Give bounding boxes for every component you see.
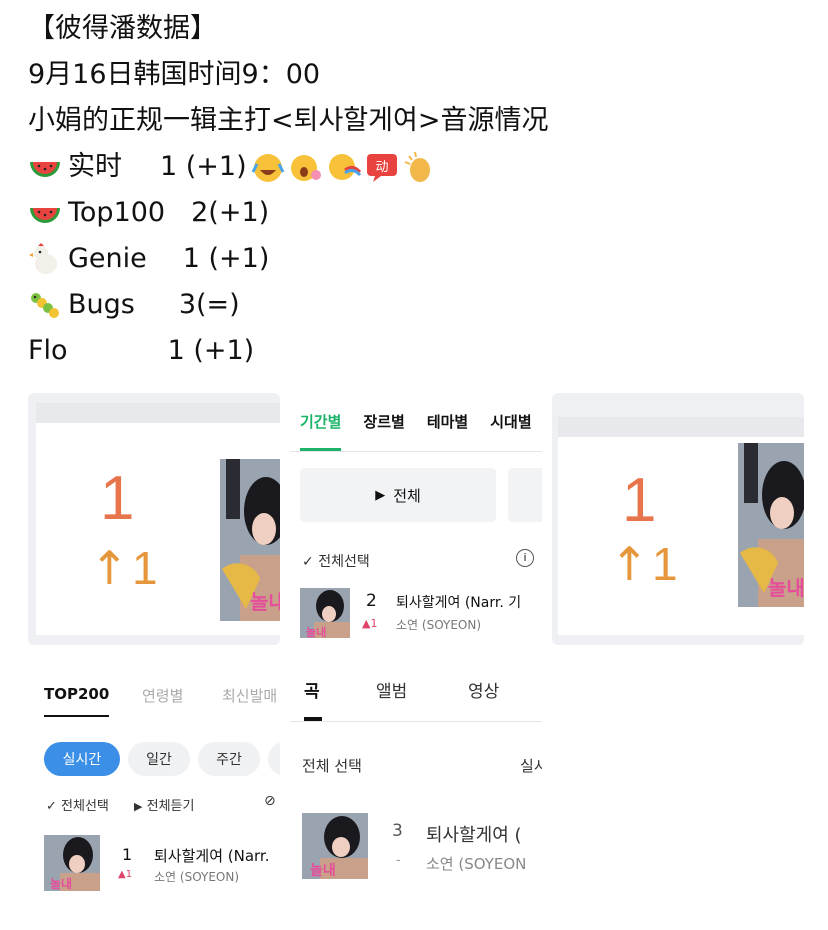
pill-daily[interactable]: 일간: [128, 742, 190, 776]
rank-card-2: 1 ↑ 1 놀내: [552, 393, 804, 645]
artist-name[interactable]: 소연 (SOYEON): [154, 868, 239, 885]
row-label: Genie: [68, 243, 147, 274]
svg-text:놀내: 놀내: [768, 576, 804, 600]
period-tabs: 기간별 장르별 테마별 시대별: [300, 411, 532, 451]
artist-name[interactable]: 소연 (SOYEON: [426, 853, 526, 874]
post-text: 【彼得潘数据】 9月16日韩国时间9：00 小娟的正规一辑主打<퇴사할게여>音源…: [28, 6, 818, 374]
post-title: 【彼得潘数据】: [28, 13, 217, 44]
crying-laugh-icon: [251, 154, 284, 182]
tab-divider: [290, 721, 542, 722]
tab-theme[interactable]: 테마별: [427, 411, 468, 451]
album-cover: 놀내: [738, 443, 804, 607]
tab-latest[interactable]: 최신발매: [222, 685, 277, 706]
chart-panel-search: 곡 앨범 영상 전체 선택 실시 놀내 3 - 퇴사할게여 ( 소연 (SOYE…: [290, 655, 542, 915]
row-flo: Flo 1 (+1): [28, 328, 818, 374]
rank-up: ▲1: [362, 617, 377, 630]
tab-genre[interactable]: 장르별: [363, 411, 404, 451]
chart-panel-period: 기간별 장르별 테마별 시대별 ▶ 전체 ✓ 전체선택 i 놀내 2 ▲1 퇴사…: [290, 393, 542, 645]
row-label: 实时: [68, 151, 122, 182]
rank-change: 1: [370, 617, 378, 630]
rank-number: 1: [122, 845, 133, 864]
rank-change: 1: [125, 869, 133, 880]
svg-text:놀내: 놀내: [306, 625, 326, 638]
row-top100: Top100 2(+1): [28, 190, 818, 236]
album-cover: 놀내: [220, 459, 280, 621]
row-value: 3(=): [178, 289, 240, 320]
tab-videos[interactable]: 영상: [468, 677, 499, 702]
artist-name[interactable]: 소연 (SOYEON): [396, 616, 481, 633]
secondary-button[interactable]: [508, 468, 542, 522]
tab-divider: [290, 451, 542, 452]
play-all-button[interactable]: ▶ 전체듣기: [134, 795, 194, 814]
row-label: Bugs: [68, 289, 135, 320]
row-value: 1 (+1): [182, 243, 270, 274]
select-all-label: 전체선택: [318, 554, 370, 570]
rank-change: 1: [132, 542, 158, 594]
tab-top200[interactable]: TOP200: [44, 685, 110, 717]
song-title[interactable]: 퇴사할게여 (Narr. 기: [396, 592, 521, 612]
info-icon[interactable]: i: [516, 549, 534, 567]
svg-text:놀내: 놀내: [310, 863, 336, 879]
row-label: Top100: [68, 197, 166, 228]
watermelon-icon: [30, 208, 60, 223]
row-value: 2(+1): [191, 197, 270, 228]
album-thumbnail: 놀내: [302, 813, 368, 879]
pill-weekly[interactable]: 주간: [198, 742, 260, 776]
play-icon: ▶: [134, 800, 143, 813]
speech-bubble-icon: 动: [366, 154, 397, 182]
bug-icon: [31, 293, 59, 318]
svg-text:놀내: 놀내: [250, 590, 280, 614]
rank-change: 1: [652, 538, 678, 590]
play-all-label: 전체듣기: [146, 799, 195, 814]
rank-change: -: [396, 853, 401, 868]
row-bugs: Bugs 3(=): [28, 282, 818, 328]
post-subtitle: 小娟的正规一辑主打<퇴사할게여>音源情况: [28, 105, 549, 136]
pill-realtime[interactable]: 실시간: [44, 742, 120, 776]
play-icon: ▶: [375, 487, 386, 503]
rank-up: ▲1: [118, 869, 132, 880]
rank-number: 2: [366, 591, 377, 611]
rank-card-1: 1 ↑ 1 놀내: [28, 393, 280, 645]
svg-text:놀내: 놀내: [50, 876, 72, 891]
tab-albums[interactable]: 앨범: [376, 677, 407, 702]
clapping-hands-icon: [404, 151, 430, 182]
chart-panel-top200: TOP200 연령별 최신발매 실시간 일간 주간 ✓ 전체선택 ▶ 전체듣기 …: [28, 655, 280, 915]
post-date: 9月16日韩国时间9：00: [28, 59, 321, 90]
row-value: 1 (+1): [167, 335, 255, 366]
tab-period[interactable]: 기간별: [300, 411, 342, 451]
big-rank-number: 1: [622, 466, 657, 535]
block-icon[interactable]: ⊘: [264, 793, 276, 809]
rank-number: 3: [392, 821, 403, 841]
play-all-label: 전체: [393, 486, 421, 505]
song-title[interactable]: 퇴사할게여 (: [426, 821, 522, 847]
tab-era[interactable]: 시대별: [490, 411, 531, 451]
select-all[interactable]: 전체 선택: [302, 755, 362, 776]
album-thumbnail: 놀내: [44, 835, 100, 891]
svg-text:动: 动: [375, 160, 388, 175]
row-value: 1 (+1): [160, 151, 247, 182]
watermelon-icon: [30, 162, 60, 177]
arrow-up-icon: ↑: [90, 541, 129, 595]
select-all[interactable]: ✓ 전체선택: [46, 795, 109, 814]
up-triangle-icon: ▲: [118, 869, 126, 880]
sort-realtime[interactable]: 실시: [520, 755, 542, 776]
song-title[interactable]: 퇴사할게여 (Narr.: [154, 845, 270, 866]
flower-face-icon: [290, 155, 321, 181]
big-rank-number: 1: [100, 464, 135, 533]
play-all-button[interactable]: ▶ 전체: [300, 468, 496, 522]
row-genie: Genie 1 (+1): [28, 236, 818, 282]
tab-age[interactable]: 연령별: [142, 685, 183, 706]
pill-more[interactable]: [268, 742, 280, 776]
row-label: Flo: [28, 335, 68, 366]
arrow-up-icon: ↑: [610, 537, 649, 591]
select-all-label: 전체선택: [61, 799, 109, 814]
row-realtime: 实时 1 (+1) 动: [28, 144, 818, 190]
rainbow-face-icon: [328, 154, 361, 180]
check-icon: ✓: [302, 554, 314, 570]
album-thumbnail: 놀내: [300, 588, 350, 638]
chicken-icon: [29, 243, 57, 274]
select-all[interactable]: ✓ 전체선택: [302, 551, 370, 571]
check-icon: ✓: [46, 799, 57, 814]
tab-songs[interactable]: 곡: [304, 677, 320, 702]
